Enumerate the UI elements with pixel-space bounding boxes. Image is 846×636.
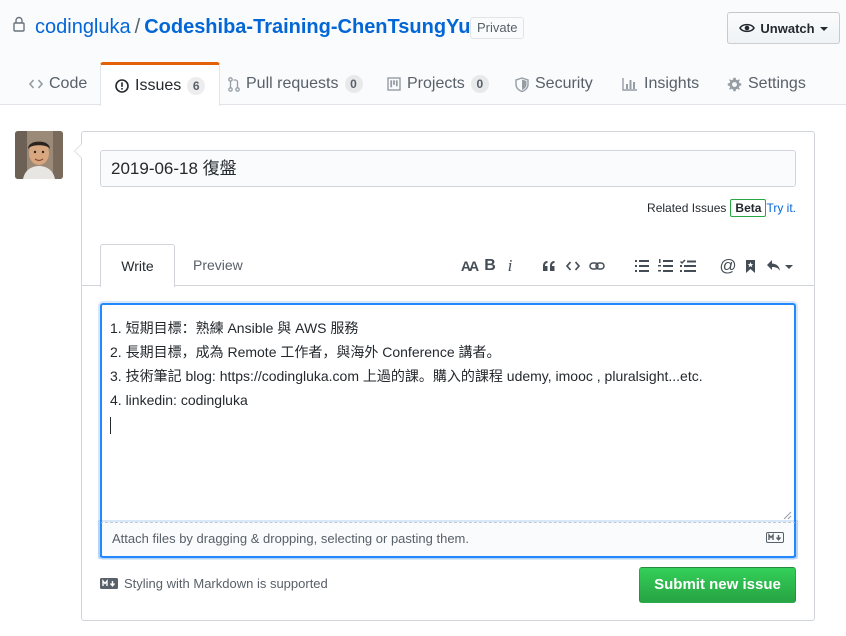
attach-files-bar[interactable]: Attach files by dragging & dropping, sel… bbox=[100, 511, 796, 558]
pull-requests-count-badge: 0 bbox=[344, 75, 363, 93]
tab-pull-requests-label: Pull requests bbox=[246, 75, 339, 92]
beta-badge: Beta bbox=[730, 199, 767, 217]
unwatch-button[interactable]: Unwatch bbox=[727, 12, 840, 44]
unordered-list-icon[interactable] bbox=[632, 256, 652, 276]
tab-projects[interactable]: Projects 0 bbox=[387, 62, 489, 106]
gear-icon bbox=[727, 77, 742, 91]
projects-count-badge: 0 bbox=[470, 75, 489, 93]
graph-icon bbox=[622, 78, 637, 91]
tab-preview[interactable]: Preview bbox=[193, 244, 243, 286]
related-issues-label: Related Issues bbox=[647, 201, 727, 215]
reply-caret-icon bbox=[784, 265, 793, 269]
user-photo bbox=[15, 131, 63, 179]
tab-write[interactable]: Write bbox=[100, 244, 175, 287]
tab-issues[interactable]: Issues 6 bbox=[100, 62, 221, 106]
tab-settings[interactable]: Settings bbox=[727, 62, 806, 106]
text-size-label: AA bbox=[460, 258, 479, 274]
chevron-down-icon bbox=[819, 27, 828, 31]
issue-body-textarea[interactable]: 1. 短期目標：熟練 Ansible 與 AWS 服務 2. 長期目標，成為 R… bbox=[100, 303, 796, 557]
toolbar-text-group: AA B i bbox=[458, 254, 520, 278]
body-line-3: 3. 技術筆記 blog: https://codingluka.com 上過的… bbox=[110, 368, 703, 384]
editor-tab-row: Write Preview AA B i @ bbox=[82, 244, 814, 287]
repo-title-separator: / bbox=[134, 16, 141, 38]
body-line-4: 4. linkedin: codingluka bbox=[110, 392, 248, 408]
markdown-icon bbox=[100, 578, 118, 589]
task-list-icon[interactable] bbox=[678, 256, 698, 276]
issue-icon bbox=[115, 78, 129, 93]
toolbar-list-group bbox=[632, 254, 698, 278]
tab-insights-label: Insights bbox=[644, 75, 700, 92]
lock-icon bbox=[13, 16, 25, 32]
body-line-1: 1. 短期目標：熟練 Ansible 與 AWS 服務 bbox=[110, 320, 359, 336]
markdown-note-text: Styling with Markdown is supported bbox=[124, 576, 328, 591]
markdown-note[interactable]: Styling with Markdown is supported bbox=[100, 576, 328, 591]
italic-icon[interactable]: i bbox=[500, 256, 520, 276]
mention-icon[interactable]: @ bbox=[718, 256, 738, 276]
code-icon[interactable] bbox=[563, 256, 583, 276]
mention-label: @ bbox=[719, 256, 737, 275]
toolbar-insert-group bbox=[539, 254, 607, 278]
attach-files-text: Attach files by dragging & dropping, sel… bbox=[112, 531, 469, 546]
text-size-icon[interactable]: AA bbox=[458, 256, 480, 276]
code-icon bbox=[29, 79, 43, 89]
eye-icon bbox=[739, 23, 756, 33]
repo-name-link[interactable]: Codeshiba-Training-ChenTsungYu bbox=[144, 16, 470, 38]
tab-settings-label: Settings bbox=[748, 75, 806, 92]
tab-issues-label: Issues bbox=[135, 76, 182, 94]
tab-security-label: Security bbox=[535, 75, 593, 92]
repo-owner-link[interactable]: codingluka bbox=[35, 16, 131, 38]
avatar[interactable] bbox=[15, 131, 63, 179]
new-issue-form: 2019-06-18 復盤 Related Issues Beta Try it… bbox=[74, 131, 815, 621]
bookmark-icon[interactable] bbox=[740, 256, 760, 276]
ordered-list-icon[interactable] bbox=[655, 256, 675, 276]
markdown-icon bbox=[766, 532, 784, 543]
toolbar-misc-group: @ bbox=[718, 254, 794, 278]
italic-label: i bbox=[507, 256, 513, 275]
tab-code-label: Code bbox=[49, 75, 88, 92]
link-icon[interactable] bbox=[587, 256, 607, 276]
submit-new-issue-button[interactable]: Submit new issue bbox=[639, 567, 796, 603]
bold-label: B bbox=[484, 257, 496, 274]
private-label: Private bbox=[470, 17, 525, 39]
try-it-link[interactable]: Try it. bbox=[766, 201, 796, 215]
repo-title: codingluka / Codeshiba-Training-ChenTsungY… bbox=[35, 14, 471, 40]
tab-pull-requests[interactable]: Pull requests 0 bbox=[228, 62, 363, 106]
tab-insights[interactable]: Insights bbox=[622, 62, 699, 106]
unwatch-label: Unwatch bbox=[760, 20, 815, 36]
body-line-2: 2. 長期目標，成為 Remote 工作者，與海外 Conference 講者。 bbox=[110, 344, 501, 360]
tab-projects-label: Projects bbox=[407, 75, 465, 92]
reply-icon[interactable] bbox=[764, 256, 794, 276]
shield-icon bbox=[515, 76, 529, 92]
resize-handle-icon[interactable] bbox=[783, 511, 792, 520]
quote-icon[interactable] bbox=[539, 256, 559, 276]
pull-request-icon bbox=[228, 76, 240, 92]
related-issues: Related Issues Beta Try it. bbox=[647, 199, 796, 217]
issue-title-input[interactable]: 2019-06-18 復盤 bbox=[100, 150, 796, 187]
repo-header: codingluka / Codeshiba-Training-ChenTsungY… bbox=[0, 0, 846, 106]
text-cursor bbox=[110, 416, 111, 434]
issues-count-badge: 6 bbox=[187, 76, 206, 95]
project-icon bbox=[387, 77, 401, 91]
bold-icon[interactable]: B bbox=[480, 256, 500, 276]
tab-code[interactable]: Code bbox=[29, 62, 87, 106]
tab-security[interactable]: Security bbox=[515, 62, 593, 106]
